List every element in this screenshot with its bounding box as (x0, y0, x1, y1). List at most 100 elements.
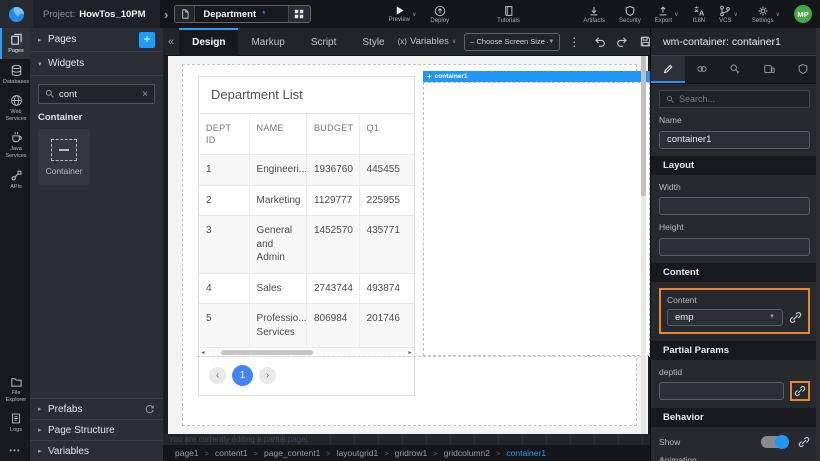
breadcrumb-item[interactable]: gridcolumn2 (444, 448, 490, 458)
i18n-button[interactable]: A I18N (692, 0, 705, 28)
tab-events[interactable] (719, 56, 753, 83)
preview-button[interactable]: Preview (389, 0, 410, 28)
project-zone: Project: HowTos_10PM (33, 0, 160, 28)
prev-page-button[interactable]: ‹ (209, 367, 226, 384)
shield-icon (624, 5, 636, 17)
add-page-button[interactable]: + (139, 32, 155, 48)
tab-styles[interactable] (685, 56, 719, 83)
scroll-left-icon[interactable]: ◂ (199, 349, 207, 356)
clear-search-icon[interactable]: × (142, 89, 148, 100)
rail-item-file-explorer[interactable]: File Explorer (0, 371, 30, 407)
content-select[interactable]: emp ▼ (667, 309, 783, 326)
breadcrumb-separator: > (433, 449, 437, 458)
breadcrumb-item-current[interactable]: container1 (506, 448, 546, 458)
scrollbar-thumb[interactable] (221, 350, 313, 355)
rail-item-apis[interactable]: APIs (0, 164, 30, 195)
breadcrumb-item[interactable]: layoutgrid1 (337, 448, 379, 458)
rail-item-logs[interactable]: Logs (0, 407, 30, 438)
export-button[interactable]: Export (655, 0, 672, 28)
selected-widget-label-bar[interactable]: + container1 (423, 71, 650, 82)
breadcrumb-separator: > (205, 449, 209, 458)
page-selector[interactable]: Department * (174, 5, 310, 23)
refresh-icon[interactable] (144, 404, 155, 415)
settings-button[interactable]: Settings (752, 0, 774, 28)
deploy-button[interactable]: Deploy (430, 0, 449, 28)
tutorials-button[interactable]: Tutorials (497, 0, 520, 28)
breadcrumb-item[interactable]: page1 (175, 448, 199, 458)
table-row[interactable]: 3 General and Admin 1452570 435771 (199, 216, 414, 274)
rail-item-java-services[interactable]: Java Services (0, 126, 30, 163)
rail-item-pages[interactable]: Pages (0, 28, 30, 59)
width-input[interactable] (659, 197, 810, 215)
tab-design[interactable]: Design (179, 28, 238, 56)
rings-icon (696, 63, 708, 75)
accordion-widgets[interactable]: ▾ Widgets (30, 52, 163, 76)
export-dropdown-icon[interactable]: ∨ (674, 11, 678, 18)
accordion-variables[interactable]: ▸ Variables (30, 440, 163, 461)
rail-item-databases[interactable]: Databases (0, 59, 30, 90)
artifacts-button[interactable]: Artifacts (583, 0, 605, 28)
column-header[interactable]: BUDGET (307, 114, 360, 155)
page-content-area[interactable]: Department List DEPT ID NAME BUDGET Q1 1… (182, 64, 637, 426)
collapse-panel-icon[interactable]: « (163, 36, 179, 48)
bind-content-icon[interactable] (789, 311, 802, 324)
breadcrumb-item[interactable]: content1 (215, 448, 248, 458)
container1-widget[interactable] (423, 82, 650, 356)
canvas-vertical-scrollbar[interactable] (641, 56, 646, 434)
accordion-pages[interactable]: ▸ Pages + (30, 28, 163, 52)
accordion-prefabs[interactable]: ▸ Prefabs (30, 398, 163, 419)
settings-dropdown-icon[interactable]: ∨ (776, 11, 780, 18)
rail-item-web-services[interactable]: Web Services (0, 89, 30, 126)
tab-security[interactable] (786, 56, 820, 83)
deptid-input[interactable] (659, 382, 784, 400)
app-logo[interactable] (0, 0, 33, 28)
page-grid-icon[interactable] (288, 6, 310, 22)
next-page-button[interactable]: › (259, 367, 276, 384)
bind-deptid-icon[interactable] (794, 385, 806, 397)
left-rail: Pages Databases Web Services Java Servic… (0, 28, 30, 461)
bind-show-icon[interactable] (798, 436, 810, 448)
table-header-row: DEPT ID NAME BUDGET Q1 (199, 114, 414, 155)
screen-size-select[interactable]: – Choose Screen Size – ▼ (464, 33, 560, 51)
column-header[interactable]: NAME (250, 114, 307, 155)
collapsed-arrow-icon: ▸ (38, 405, 48, 413)
preview-dropdown-icon[interactable]: ∨ (412, 11, 416, 18)
scroll-right-icon[interactable]: ▸ (406, 349, 414, 356)
breadcrumb-item[interactable]: page_content1 (264, 448, 320, 458)
column-header[interactable]: Q1 (360, 114, 414, 155)
tab-style[interactable]: Style (349, 28, 397, 56)
accordion-page-structure[interactable]: ▸ Page Structure (30, 419, 163, 440)
show-toggle[interactable] (761, 436, 788, 448)
tab-devices[interactable] (752, 56, 786, 83)
current-page-button[interactable]: 1 (232, 365, 253, 386)
canvas-page[interactable]: Department List DEPT ID NAME BUDGET Q1 1… (168, 56, 648, 434)
show-label: Show (659, 437, 761, 447)
table-row[interactable]: 4 Sales 2743744 493874 (199, 274, 414, 305)
more-menu-icon[interactable]: ⋮ (568, 35, 580, 49)
tab-properties[interactable] (651, 56, 685, 83)
undo-button[interactable] (593, 35, 606, 48)
panel-scrollbar[interactable] (816, 28, 820, 461)
tab-markup[interactable]: Markup (238, 28, 297, 56)
variables-dropdown[interactable]: (x) Variables ∨ (398, 36, 457, 47)
vcs-button[interactable]: VCS (719, 0, 731, 28)
name-input[interactable] (659, 131, 810, 149)
redo-button[interactable] (616, 35, 629, 48)
security-button[interactable]: Security (619, 0, 641, 28)
more-options-icon[interactable]: ••• (0, 446, 30, 455)
properties-search-input[interactable] (679, 94, 803, 104)
table-row[interactable]: 2 Marketing 1129777 225955 (199, 186, 414, 217)
breadcrumb-item[interactable]: gridrow1 (395, 448, 428, 458)
vcs-dropdown-icon[interactable]: ∨ (734, 11, 738, 18)
height-input[interactable] (659, 238, 810, 256)
search-icon (666, 95, 675, 104)
table-row[interactable]: 1 Engineeri... 1936760 445455 (199, 155, 414, 186)
container-widget-tile[interactable]: Container (38, 129, 90, 185)
user-avatar[interactable]: MP (794, 5, 812, 23)
department-table-widget[interactable]: Department List DEPT ID NAME BUDGET Q1 1… (198, 76, 415, 396)
column-header[interactable]: DEPT ID (199, 114, 250, 155)
tab-script[interactable]: Script (298, 28, 350, 56)
table-row[interactable]: 5 Professio... Services 806984 201746 (199, 304, 414, 348)
widget-search-input[interactable] (59, 89, 138, 100)
deploy-icon (434, 5, 446, 17)
